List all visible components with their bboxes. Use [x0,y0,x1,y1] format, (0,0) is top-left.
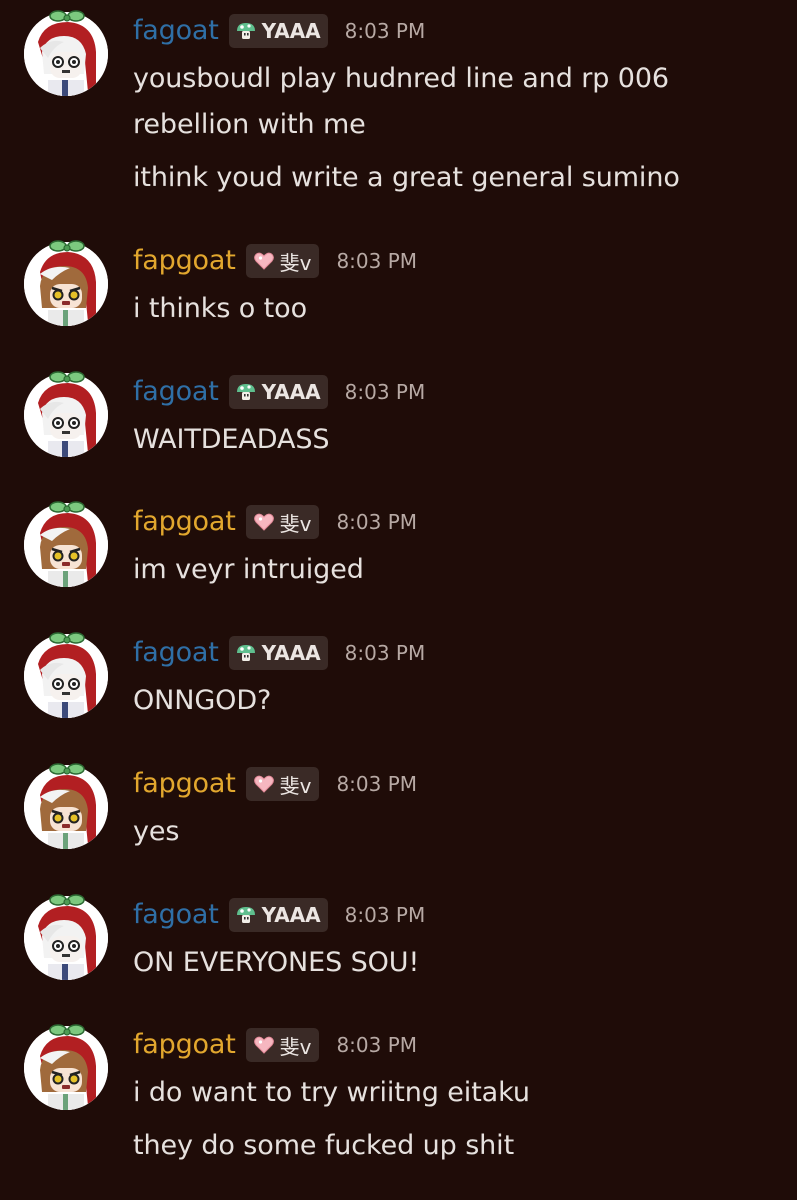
username[interactable]: fapgoat [133,1026,236,1064]
message-line: ithink youd write a great general sumino [133,162,680,193]
message-header: fapgoat 斐v 8:03 PM [133,242,417,280]
message-line: im veyr intruiged [133,554,364,585]
timestamp[interactable]: 8:03 PM [345,380,426,404]
green-mushroom-icon [235,20,257,42]
server-tag-label: YAAA [261,380,321,404]
username[interactable]: fapgoat [133,503,236,541]
message-content: yousboudl play hudnred line and rp 006 r… [133,56,773,201]
pink-heart-icon [253,1034,275,1056]
username[interactable]: fapgoat [133,242,236,280]
message-content: i thinks o too [133,286,773,332]
green-mushroom-icon [235,904,257,926]
timestamp[interactable]: 8:03 PM [345,19,426,43]
timestamp[interactable]: 8:03 PM [345,641,426,665]
pink-heart-icon [253,773,275,795]
username[interactable]: fagoat [133,896,219,934]
avatar[interactable] [24,371,108,457]
message-content: im veyr intruiged [133,547,773,593]
avatar[interactable] [24,763,108,849]
username[interactable]: fagoat [133,12,219,50]
message-line: rebellion with me [133,109,366,140]
message-content: i do want to try wriitng eitaku they do … [133,1070,773,1169]
message-line: yes [133,816,180,847]
green-mushroom-icon [235,381,257,403]
server-tag[interactable]: YAAA [228,375,328,409]
server-tag[interactable]: YAAA [228,636,328,670]
server-tag-label: 斐v [279,773,312,798]
timestamp[interactable]: 8:03 PM [336,1033,417,1057]
message-content: ONNGOD? [133,678,773,724]
message-header: fagoat YAAA 8:03 PM [133,896,425,934]
avatar[interactable] [24,632,108,718]
server-tag[interactable]: YAAA [228,14,328,48]
chat-log: fagoat YAAA 8:03 PM yousboudl play hudnr… [0,0,797,1200]
avatar[interactable] [24,501,108,587]
message-line: i thinks o too [133,293,308,324]
server-tag-label: YAAA [261,19,321,43]
pink-heart-icon [253,250,275,272]
username[interactable]: fagoat [133,634,219,672]
server-tag-label: 斐v [279,1034,312,1059]
message-header: fapgoat 斐v 8:03 PM [133,503,417,541]
username[interactable]: fapgoat [133,765,236,803]
message-line: WAITDEADASS [133,424,330,455]
message-content: ON EVERYONES SOU! [133,940,773,986]
timestamp[interactable]: 8:03 PM [336,772,417,796]
green-mushroom-icon [235,642,257,664]
avatar[interactable] [24,10,108,96]
username[interactable]: fagoat [133,373,219,411]
message-content: yes [133,809,773,855]
timestamp[interactable]: 8:03 PM [336,249,417,273]
avatar[interactable] [24,240,108,326]
message-line: ONNGOD? [133,685,272,716]
server-tag[interactable]: 斐v [245,767,320,801]
message-line: yousboudl play hudnred line and rp 006 [133,63,669,94]
timestamp[interactable]: 8:03 PM [345,903,426,927]
timestamp[interactable]: 8:03 PM [336,510,417,534]
server-tag-label: 斐v [279,250,312,275]
message-header: fapgoat 斐v 8:03 PM [133,1026,417,1064]
avatar[interactable] [24,894,108,980]
message-line: ON EVERYONES SOU! [133,947,420,978]
message-header: fagoat YAAA 8:03 PM [133,373,425,411]
server-tag[interactable]: YAAA [228,898,328,932]
server-tag[interactable]: 斐v [245,505,320,539]
message-header: fagoat YAAA 8:03 PM [133,12,425,50]
avatar[interactable] [24,1024,108,1110]
message-header: fagoat YAAA 8:03 PM [133,634,425,672]
message-content: WAITDEADASS [133,417,773,463]
message-line: i do want to try wriitng eitaku [133,1077,530,1108]
server-tag[interactable]: 斐v [245,244,320,278]
pink-heart-icon [253,511,275,533]
server-tag-label: YAAA [261,903,321,927]
message-line: they do some fucked up shit [133,1130,515,1161]
server-tag-label: YAAA [261,641,321,665]
server-tag[interactable]: 斐v [245,1028,320,1062]
message-header: fapgoat 斐v 8:03 PM [133,765,417,803]
server-tag-label: 斐v [279,511,312,536]
